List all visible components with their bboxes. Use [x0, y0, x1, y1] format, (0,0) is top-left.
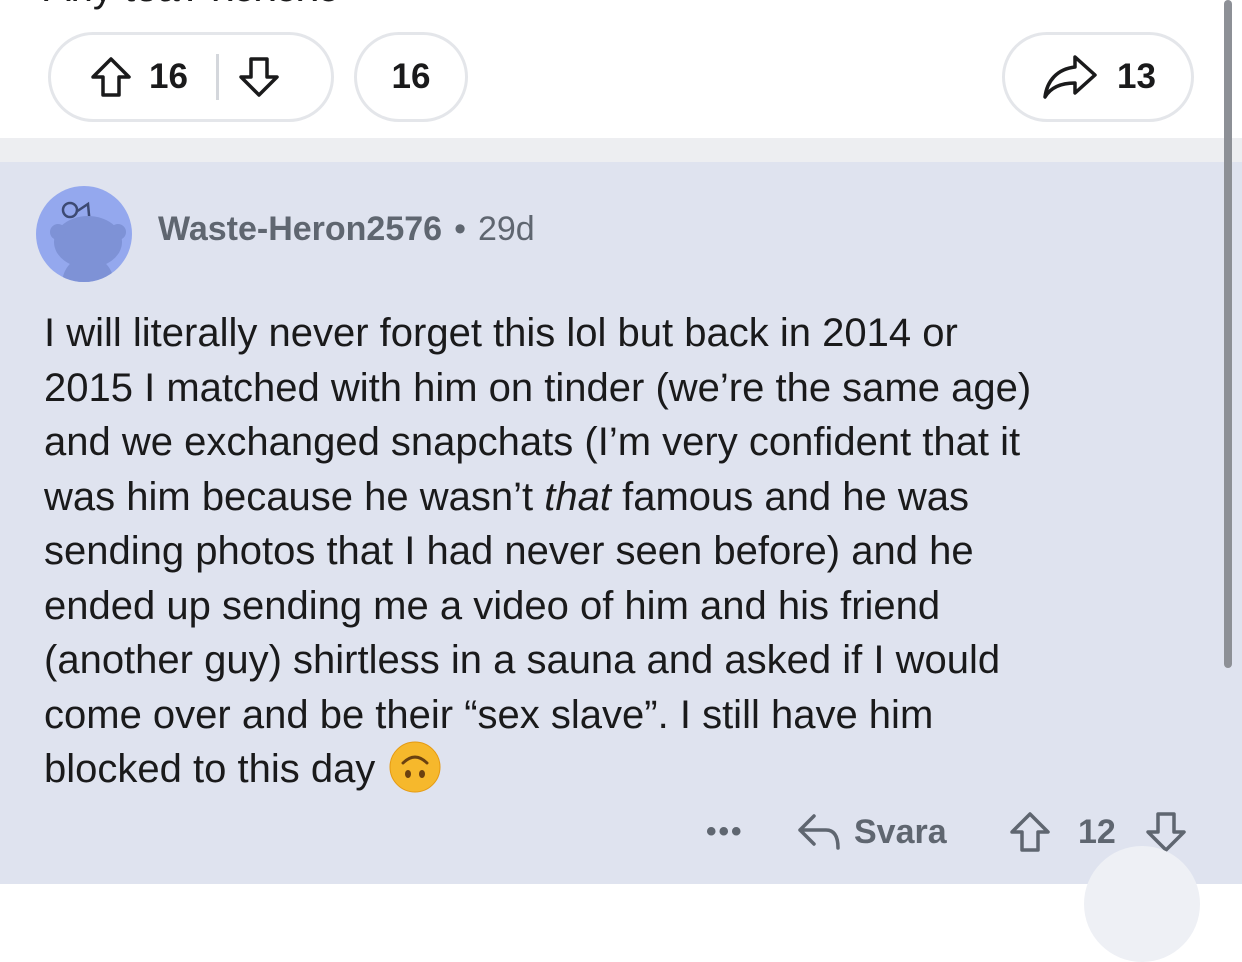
comment-username[interactable]: Waste-Heron2576	[158, 210, 442, 248]
share-icon	[1041, 53, 1099, 101]
comment-italic-word: that	[544, 474, 611, 519]
scrollbar[interactable]	[1224, 0, 1232, 668]
post-vote-bar: 16	[48, 32, 334, 122]
comment-count: 16	[391, 57, 431, 96]
comment-line: was him because he wasn’t that famous an…	[44, 470, 1204, 525]
meta-separator: •	[454, 210, 466, 248]
floating-button[interactable]	[1084, 846, 1200, 962]
post-upvote-count: 16	[149, 57, 188, 96]
comment-text-segment: was him because he wasn’t	[44, 474, 545, 519]
more-options-button[interactable]: •••	[706, 806, 744, 858]
share-button[interactable]: 13	[1002, 32, 1194, 122]
snoo-avatar-icon[interactable]	[36, 186, 132, 282]
downvote-icon[interactable]	[237, 55, 281, 99]
comment-line: and we exchanged snapchats (I’m very con…	[44, 420, 1021, 464]
comment-line: I will literally never forget this lol b…	[44, 311, 958, 355]
upvote-icon	[1008, 810, 1052, 854]
upside-down-face-icon	[389, 741, 441, 793]
comment-score: 12	[1078, 812, 1116, 851]
comment: Waste-Heron2576 • 29d I will literally nev…	[0, 162, 1242, 884]
comment-text-segment: blocked to this day	[44, 747, 376, 791]
comment-text-segment: famous and he was	[610, 474, 969, 519]
comment-line: 2015 I matched with him on tinder (we’re…	[44, 365, 1032, 410]
comment-age: 29d	[477, 210, 535, 248]
comment-body: I will literally never forget this lol b…	[44, 306, 1204, 797]
comment-meta: Waste-Heron2576 • 29d	[158, 210, 535, 249]
comment-line: blocked to this day	[44, 741, 1204, 797]
comment-line: (another guy) shirtless in a sauna and a…	[44, 638, 1001, 682]
comment-line: come over and be their “sex slave”. I st…	[44, 692, 934, 737]
vote-divider	[215, 54, 219, 100]
comment-upvote-button[interactable]	[1008, 806, 1052, 858]
share-count: 13	[1117, 57, 1156, 96]
comment-line: ended up sending me a video of him and h…	[44, 583, 941, 628]
reply-button[interactable]: Svara	[796, 806, 947, 858]
comments-button[interactable]: 16	[354, 32, 468, 122]
post-body-tail: Any tea? xoxoxo	[44, 0, 340, 11]
reply-label: Svara	[854, 812, 947, 851]
post-footer: Any tea? xoxoxo 16 16 13	[0, 0, 1242, 138]
comment-line: sending photos that I had never seen bef…	[44, 529, 974, 573]
section-separator	[0, 138, 1242, 162]
reply-icon	[796, 812, 842, 852]
upvote-icon[interactable]	[89, 55, 133, 99]
